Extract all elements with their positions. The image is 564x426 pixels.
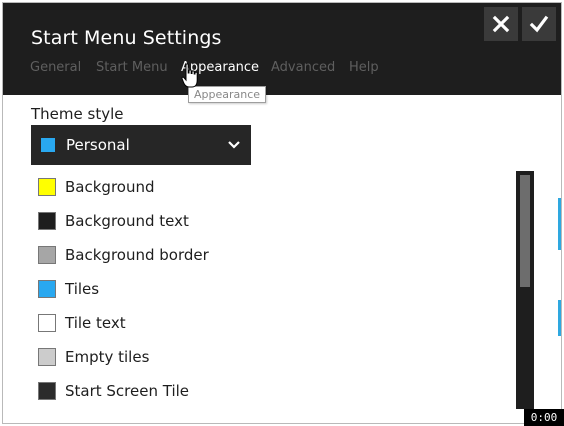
- tab-advanced[interactable]: Advanced: [271, 60, 335, 75]
- color-list-item[interactable]: Background text: [37, 208, 497, 234]
- checkmark-icon: [529, 15, 549, 33]
- scrollbar[interactable]: [516, 171, 534, 409]
- tab-help[interactable]: Help: [349, 60, 379, 75]
- tab-general[interactable]: General: [30, 60, 81, 75]
- color-item-label: Background: [65, 178, 155, 196]
- color-swatch[interactable]: [38, 382, 56, 400]
- close-icon: [492, 15, 510, 33]
- color-list-item[interactable]: Tile text: [37, 310, 497, 336]
- color-swatch[interactable]: [38, 246, 56, 264]
- background-window-edge: [558, 300, 561, 336]
- color-item-label: Empty tiles: [65, 348, 150, 366]
- ok-button[interactable]: [522, 7, 556, 41]
- theme-style-dropdown[interactable]: Personal: [31, 125, 251, 165]
- color-item-label: Tiles: [65, 280, 100, 298]
- header-bar: Start Menu Settings General Start Menu A…: [3, 3, 561, 95]
- color-swatch[interactable]: [38, 212, 56, 230]
- color-item-label: Background text: [65, 212, 189, 230]
- settings-window: Start Menu Settings General Start Menu A…: [2, 2, 562, 424]
- theme-color-swatch: [41, 138, 55, 152]
- color-item-label: Tile text: [65, 314, 126, 332]
- close-button[interactable]: [484, 7, 518, 41]
- color-swatch[interactable]: [38, 314, 56, 332]
- color-item-label: Start Screen Tile: [65, 382, 190, 400]
- color-list-item[interactable]: Empty tiles: [37, 344, 497, 370]
- theme-style-label: Theme style: [31, 105, 124, 123]
- window-title: Start Menu Settings: [31, 27, 222, 49]
- color-list-item[interactable]: Start Screen Tile: [37, 378, 497, 404]
- color-item-label: Background border: [65, 246, 209, 264]
- color-swatch[interactable]: [38, 348, 56, 366]
- color-list: Background Background text Background bord…: [37, 174, 507, 414]
- scrollbar-thumb[interactable]: [520, 175, 530, 287]
- tooltip: Appearance: [188, 86, 267, 103]
- timer-badge: 0:00: [524, 409, 564, 426]
- theme-selected-value: Personal: [66, 136, 130, 154]
- color-list-item[interactable]: Background border: [37, 242, 497, 268]
- background-window-edge: [558, 198, 561, 250]
- color-list-item[interactable]: Background: [37, 174, 497, 200]
- color-swatch[interactable]: [38, 178, 56, 196]
- tab-start-menu[interactable]: Start Menu: [96, 60, 168, 75]
- hand-cursor-icon: [181, 63, 198, 88]
- chevron-down-icon: [228, 141, 240, 149]
- color-list-item[interactable]: Tiles: [37, 276, 497, 302]
- color-swatch[interactable]: [38, 280, 56, 298]
